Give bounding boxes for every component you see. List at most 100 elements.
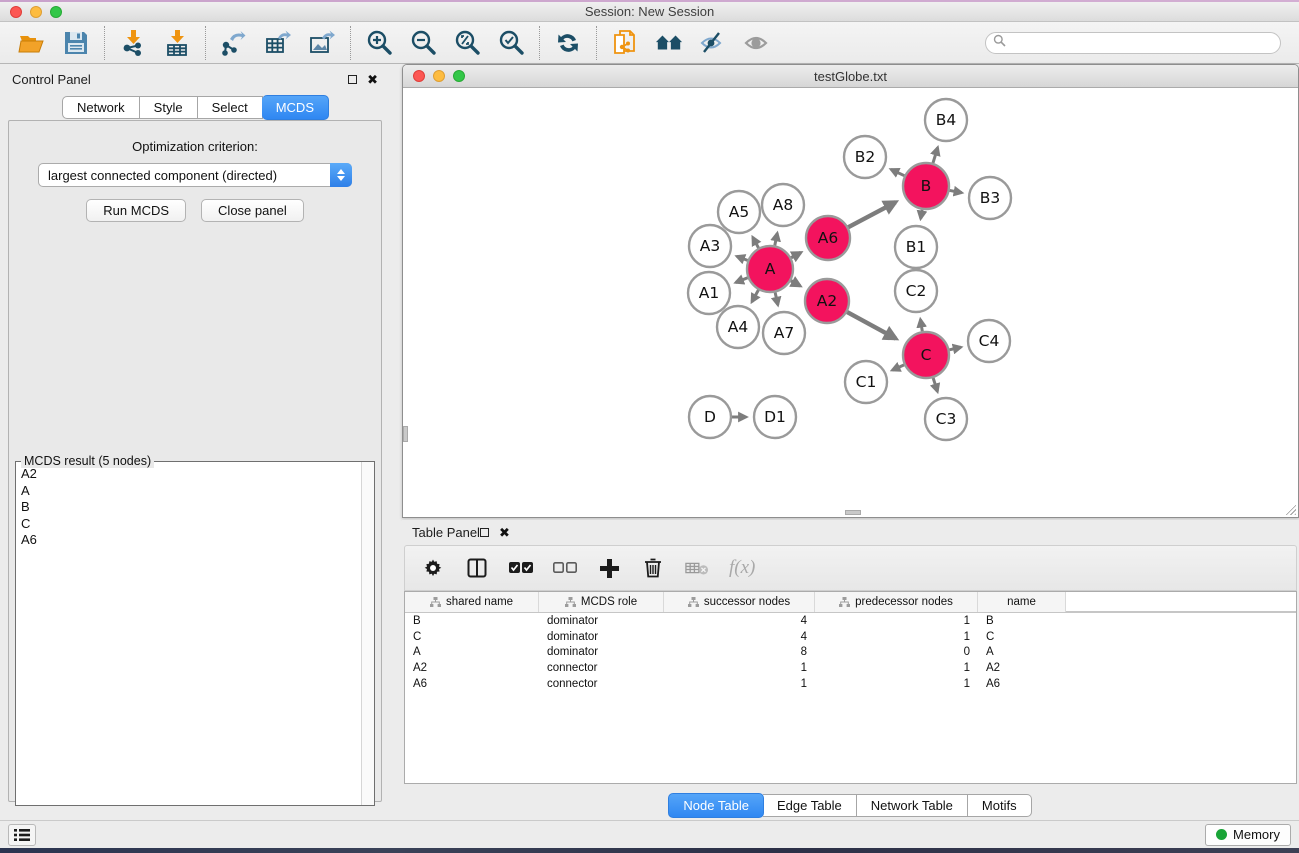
graph-edge-A-A4[interactable] xyxy=(752,290,758,302)
graph-node-B1[interactable]: B1 xyxy=(895,226,937,268)
zoom-selected-icon[interactable] xyxy=(497,29,525,57)
split-view-icon[interactable] xyxy=(465,556,489,580)
table-row[interactable]: Adominator80A xyxy=(405,645,1296,661)
open-file-icon[interactable] xyxy=(18,29,46,57)
graph-node-A6[interactable]: A6 xyxy=(806,216,850,260)
canvas-hscroll-thumb[interactable] xyxy=(845,510,861,515)
canvas-vscroll-thumb[interactable] xyxy=(403,426,408,442)
new-network-from-selection-icon[interactable] xyxy=(611,29,639,57)
select-all-columns-icon[interactable] xyxy=(509,556,533,580)
tab-motifs[interactable]: Motifs xyxy=(968,794,1032,817)
graph-edge-A-A1[interactable] xyxy=(736,278,748,283)
graph-edge-A-A5[interactable] xyxy=(753,237,759,248)
mcds-result-item[interactable]: C xyxy=(17,516,360,533)
graph-node-C2[interactable]: C2 xyxy=(895,270,937,312)
tab-node-table[interactable]: Node Table xyxy=(668,793,764,818)
graph-node-B4[interactable]: B4 xyxy=(925,99,967,141)
graph-edge-B-B4[interactable] xyxy=(933,148,938,163)
graph-edge-C-C4[interactable] xyxy=(949,347,960,350)
mcds-result-item[interactable]: A2 xyxy=(17,466,360,483)
run-mcds-button[interactable]: Run MCDS xyxy=(86,199,186,222)
graph-edge-A-A2[interactable] xyxy=(791,281,800,286)
mcds-result-item[interactable]: A6 xyxy=(17,532,360,549)
graph-node-B[interactable]: B xyxy=(903,163,949,209)
deselect-all-columns-icon[interactable] xyxy=(553,556,577,580)
graph-edge-B-B1[interactable] xyxy=(921,210,922,219)
graph-node-C4[interactable]: C4 xyxy=(968,320,1010,362)
table-row[interactable]: A2connector11A2 xyxy=(405,660,1296,676)
tab-edge-table[interactable]: Edge Table xyxy=(763,794,857,817)
node-table[interactable]: shared nameMCDS rolesuccessor nodesprede… xyxy=(404,591,1297,784)
export-network-icon[interactable] xyxy=(220,29,248,57)
table-row[interactable]: A6connector11A6 xyxy=(405,676,1296,692)
tab-network-table[interactable]: Network Table xyxy=(857,794,968,817)
column-header[interactable]: shared name xyxy=(405,592,539,612)
graph-edge-A2-C[interactable] xyxy=(847,312,896,338)
graph-node-A5[interactable]: A5 xyxy=(718,191,760,233)
task-history-button[interactable] xyxy=(8,824,36,846)
close-panel-icon[interactable]: ✖ xyxy=(367,73,378,86)
memory-button[interactable]: Memory xyxy=(1205,824,1291,846)
graph-edge-A6-B[interactable] xyxy=(848,202,895,227)
function-builder-icon[interactable]: f(x) xyxy=(729,557,755,579)
column-header[interactable]: predecessor nodes xyxy=(815,592,978,612)
close-panel-button[interactable]: Close panel xyxy=(201,199,304,222)
delete-table-icon[interactable] xyxy=(685,556,709,580)
table-row[interactable]: Bdominator41B xyxy=(405,613,1296,629)
graph-node-B3[interactable]: B3 xyxy=(969,177,1011,219)
graph-node-A[interactable]: A xyxy=(747,246,793,292)
graph-node-A2[interactable]: A2 xyxy=(805,279,849,323)
mcds-result-scrollbar[interactable] xyxy=(361,462,374,805)
import-network-icon[interactable] xyxy=(119,29,147,57)
mcds-result-list[interactable]: A2ABCA6 xyxy=(17,466,360,804)
graph-edge-A-A3[interactable] xyxy=(737,256,748,260)
graph-node-A4[interactable]: A4 xyxy=(717,306,759,348)
graph-node-D1[interactable]: D1 xyxy=(754,396,796,438)
network-graph[interactable]: B4B2BB3A5A8A6A3B1AC2A1A2A4A7C4CC1DD1C3 xyxy=(403,88,1298,517)
network-canvas[interactable]: B4B2BB3A5A8A6A3B1AC2A1A2A4A7C4CC1DD1C3 xyxy=(403,88,1298,517)
graph-edge-B-B2[interactable] xyxy=(891,169,904,175)
search-field[interactable] xyxy=(985,32,1281,54)
show-all-icon[interactable] xyxy=(743,29,771,57)
graph-edge-C-C2[interactable] xyxy=(920,319,922,331)
zoom-out-icon[interactable] xyxy=(409,29,437,57)
graph-edge-A-A6[interactable] xyxy=(791,253,801,258)
tab-style[interactable]: Style xyxy=(140,96,198,119)
graph-node-C[interactable]: C xyxy=(903,332,949,378)
graph-node-B2[interactable]: B2 xyxy=(844,136,886,178)
float-table-panel-icon[interactable] xyxy=(480,528,489,537)
table-row[interactable]: Cdominator41C xyxy=(405,629,1296,645)
mcds-result-item[interactable]: A xyxy=(17,483,360,500)
graph-node-A1[interactable]: A1 xyxy=(688,272,730,314)
graph-node-A8[interactable]: A8 xyxy=(762,184,804,226)
graph-node-C3[interactable]: C3 xyxy=(925,398,967,440)
export-image-icon[interactable] xyxy=(308,29,336,57)
save-session-icon[interactable] xyxy=(62,29,90,57)
add-column-icon[interactable] xyxy=(597,556,621,580)
column-header[interactable]: name xyxy=(978,592,1066,612)
graph-edge-A-A8[interactable] xyxy=(775,233,777,245)
import-table-icon[interactable] xyxy=(163,29,191,57)
graph-node-C1[interactable]: C1 xyxy=(845,361,887,403)
graph-edge-C-C3[interactable] xyxy=(933,378,937,392)
settings-gear-icon[interactable] xyxy=(421,556,445,580)
graph-node-A3[interactable]: A3 xyxy=(689,225,731,267)
hide-selected-icon[interactable] xyxy=(699,29,727,57)
first-neighbors-icon[interactable] xyxy=(655,29,683,57)
graph-node-D[interactable]: D xyxy=(689,396,731,438)
tab-mcds[interactable]: MCDS xyxy=(262,95,329,120)
tab-select[interactable]: Select xyxy=(198,96,263,119)
column-header[interactable]: MCDS role xyxy=(539,592,664,612)
graph-edge-C-C1[interactable] xyxy=(892,365,904,370)
close-table-panel-icon[interactable]: ✖ xyxy=(499,526,510,539)
refresh-layout-icon[interactable] xyxy=(554,29,582,57)
float-panel-icon[interactable] xyxy=(348,75,357,84)
criterion-dropdown[interactable]: largest connected component (directed) xyxy=(38,163,352,187)
mcds-result-item[interactable]: B xyxy=(17,499,360,516)
graph-edge-B-B3[interactable] xyxy=(950,190,962,192)
search-input[interactable] xyxy=(1010,34,1280,52)
zoom-fit-icon[interactable] xyxy=(453,29,481,57)
graph-edge-A-A7[interactable] xyxy=(775,292,778,304)
export-table-icon[interactable] xyxy=(264,29,292,57)
column-header[interactable]: successor nodes xyxy=(664,592,815,612)
